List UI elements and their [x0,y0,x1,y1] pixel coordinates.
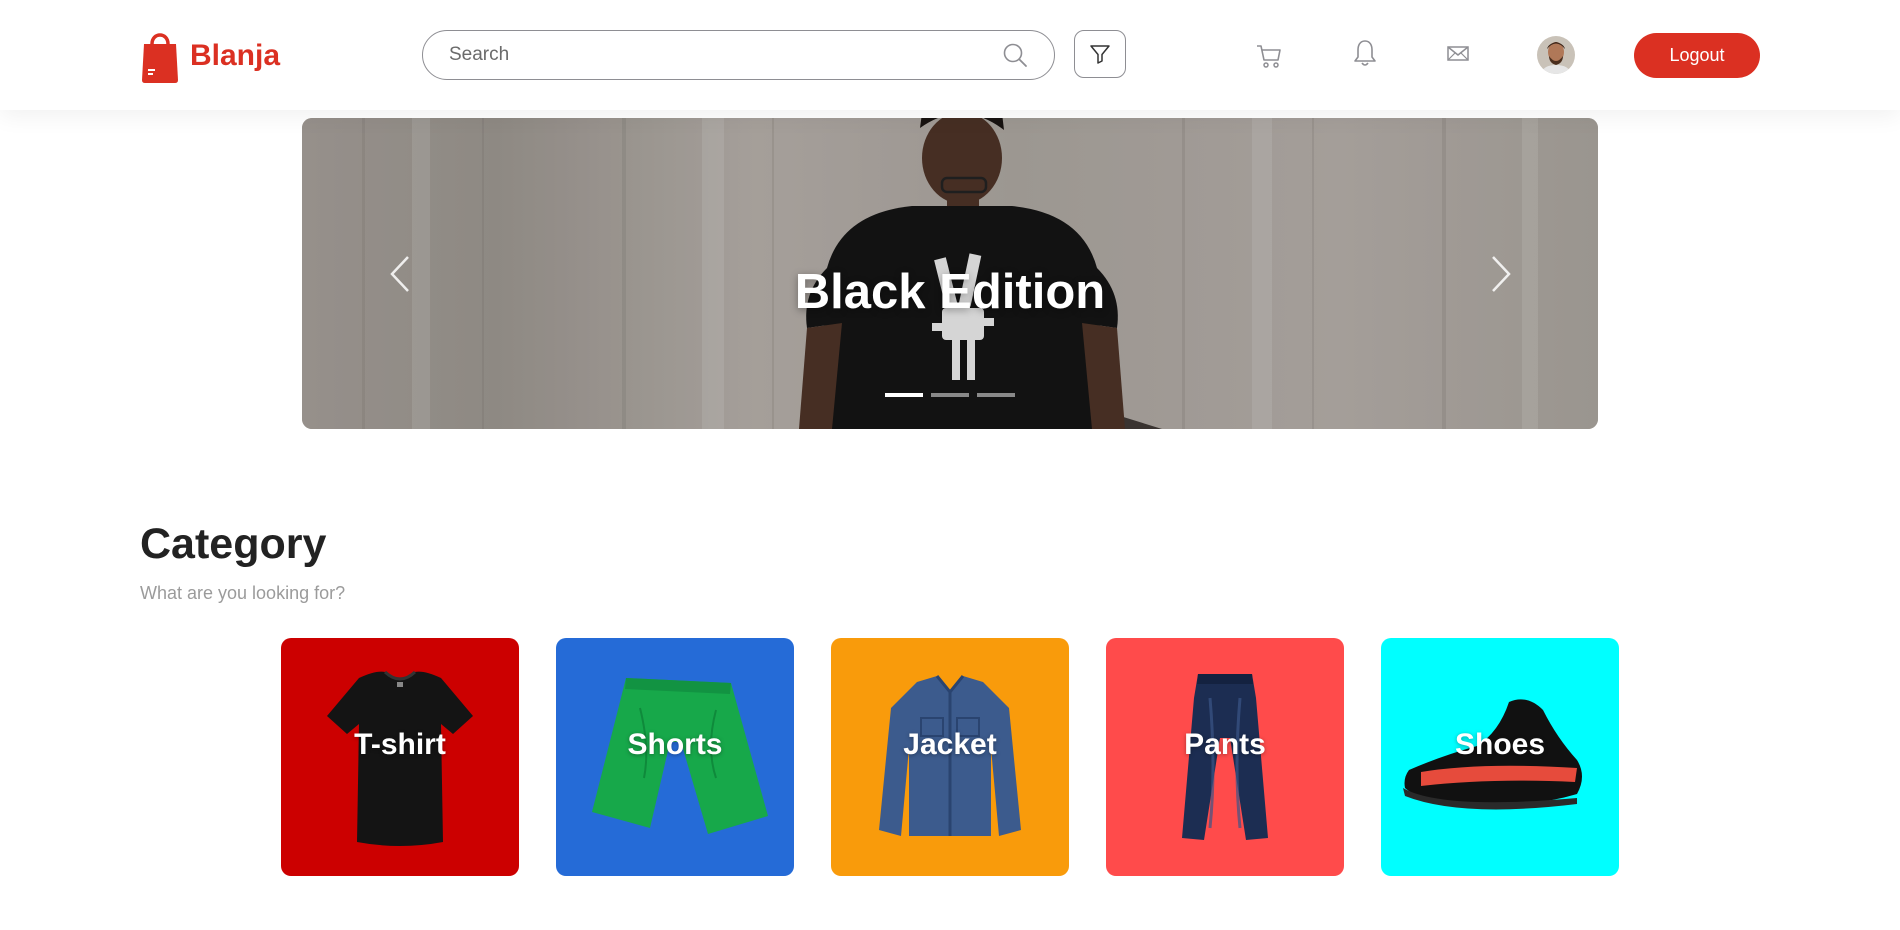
category-label: Pants [1184,728,1266,761]
category-card-shorts[interactable]: Shorts [556,638,794,876]
logout-button[interactable]: Logout [1634,33,1760,78]
carousel-indicator-2[interactable] [931,393,969,397]
carousel-indicator-1[interactable] [885,393,923,397]
shopping-bag-icon [142,33,178,83]
cart-icon [1257,45,1281,68]
brand-name: Blanja [190,39,281,72]
top-navbar: Blanja Search Logout [0,0,1900,110]
category-heading: Category [140,520,327,568]
notification-button[interactable] [1350,38,1380,68]
cart-button[interactable] [1254,41,1284,71]
carousel-indicator-3[interactable] [977,393,1015,397]
filter-icon [1090,45,1110,64]
brand-logo[interactable]: Blanja [140,28,280,84]
search-bar[interactable] [422,30,1055,80]
category-label: T-shirt [354,728,446,761]
category-card-shoes[interactable]: Shoes [1381,638,1619,876]
carousel-indicators [885,393,1015,397]
search-icon[interactable] [1002,42,1028,68]
filter-button[interactable] [1074,30,1126,78]
category-card-jacket[interactable]: Jacket [831,638,1069,876]
user-avatar[interactable] [1537,36,1575,74]
carousel-slide-title: Black Edition [794,265,1106,319]
category-subtitle: What are you looking for? [140,583,346,603]
mail-icon [1447,46,1469,61]
search-input[interactable] [449,44,994,66]
bell-icon [1354,40,1376,66]
category-label: Jacket [903,728,997,761]
category-card-pants[interactable]: Pants [1106,638,1344,876]
category-label: Shorts [627,728,723,761]
category-label: Shoes [1454,728,1546,761]
category-list: T-shirt Shorts Jacket Pants Shoes [281,638,1619,876]
category-card-tshirt[interactable]: T-shirt [281,638,519,876]
hero-carousel: Black Edition [302,118,1598,429]
avatar-image [1537,36,1575,74]
messages-button[interactable] [1443,38,1473,68]
